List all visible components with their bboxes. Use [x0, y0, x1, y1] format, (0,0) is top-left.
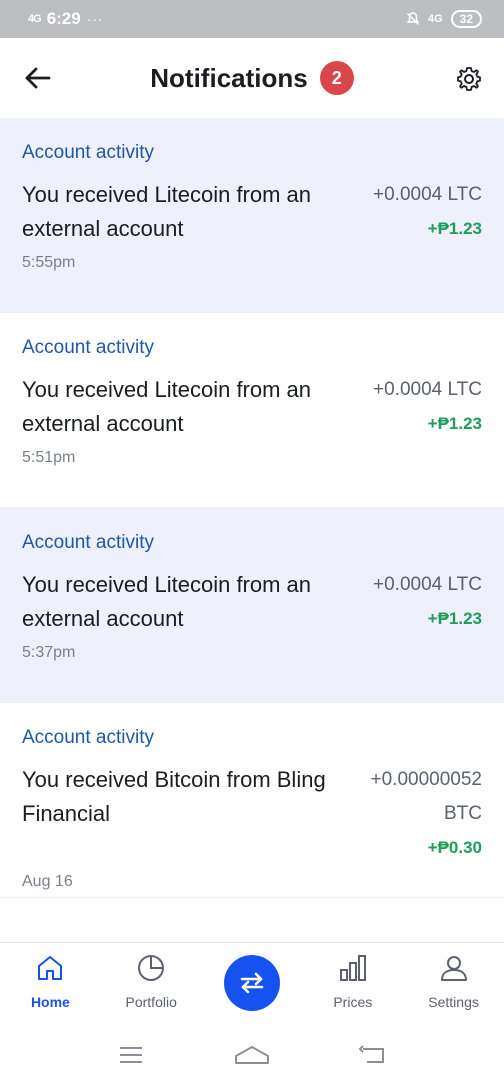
user-icon	[437, 951, 471, 985]
notification-category: Account activity	[22, 532, 154, 553]
fiat-amount: +₱1.23	[427, 414, 482, 433]
trade-button[interactable]	[223, 955, 280, 1011]
menu-icon	[119, 1047, 142, 1063]
pie-chart-icon	[134, 951, 168, 985]
notification-message: You received Bitcoin from Bling Financia…	[22, 767, 326, 826]
notification-item[interactable]: Account activity You received Litecoin f…	[0, 313, 504, 508]
notification-category: Account activity	[22, 142, 154, 163]
notification-time: 5:51pm	[22, 449, 76, 466]
fiat-amount: +₱0.30	[427, 838, 482, 857]
status-left: 4G 6:29 ···	[28, 9, 104, 29]
notification-time: Aug 16	[22, 873, 73, 890]
nav-home[interactable]: Home	[5, 951, 95, 1010]
notification-message: You received Litecoin from an external a…	[22, 182, 312, 241]
header: Notifications 2	[0, 38, 504, 118]
fiat-amount: +₱1.23	[427, 219, 482, 238]
gear-icon	[457, 67, 481, 91]
system-home-button[interactable]	[232, 1040, 272, 1070]
notification-settings-button[interactable]	[452, 62, 486, 96]
arrow-left-icon	[25, 67, 51, 89]
notification-message: You received Litecoin from an external a…	[22, 377, 312, 436]
status-dots: ···	[86, 11, 104, 27]
menu-button[interactable]	[111, 1040, 151, 1070]
nav-prices[interactable]: Prices	[308, 951, 398, 1010]
nav-settings-label: Settings	[428, 994, 479, 1010]
nav-portfolio[interactable]: Portfolio	[106, 951, 196, 1010]
system-home-icon	[234, 1046, 269, 1064]
crypto-amount: +0.00000052 BTC	[370, 769, 482, 824]
unread-count-badge: 2	[319, 61, 354, 95]
notification-message: You received Litecoin from an external a…	[22, 572, 312, 631]
nav-home-label: Home	[30, 994, 70, 1010]
back-button[interactable]	[20, 60, 56, 96]
crypto-amount: +0.0004 LTC	[373, 379, 482, 400]
status-bar: 4G 6:29 ··· 4G 32	[0, 0, 504, 38]
return-icon	[359, 1045, 385, 1063]
notification-time: 5:37pm	[22, 644, 76, 661]
nav-prices-label: Prices	[333, 994, 373, 1010]
mute-icon	[406, 12, 420, 25]
nav-portfolio-label: Portfolio	[125, 994, 177, 1010]
status-right: 4G 32	[406, 10, 482, 28]
notification-list: Account activity You received Litecoin f…	[0, 118, 504, 898]
title-wrap: Notifications 2	[150, 61, 354, 95]
notification-item[interactable]: Account activity You received Bitcoin fr…	[0, 703, 504, 898]
battery-icon: 32	[450, 10, 482, 28]
bottom-nav: Home Portfolio Prices Settings	[0, 942, 504, 1030]
nav-settings[interactable]: Settings	[409, 951, 499, 1010]
nav-trade[interactable]	[207, 951, 297, 1011]
crypto-amount: +0.0004 LTC	[373, 184, 482, 205]
bar-chart-icon	[336, 951, 370, 985]
swap-arrows-icon	[240, 972, 264, 994]
system-back-button[interactable]	[353, 1040, 393, 1070]
notification-category: Account activity	[22, 727, 154, 748]
network-label: 4G	[427, 13, 443, 25]
crypto-amount: +0.0004 LTC	[373, 574, 482, 595]
notification-item[interactable]: Account activity You received Litecoin f…	[0, 118, 504, 313]
page-title: Notifications	[150, 62, 308, 93]
signal-icon: 4G	[28, 13, 42, 25]
system-nav-bar	[0, 1030, 504, 1080]
fiat-amount: +₱1.23	[427, 609, 482, 628]
notification-category: Account activity	[22, 337, 154, 358]
notification-item[interactable]: Account activity You received Litecoin f…	[0, 508, 504, 703]
status-time: 6:29	[46, 9, 81, 28]
notification-time: 5:55pm	[22, 254, 76, 271]
home-icon	[33, 951, 67, 985]
